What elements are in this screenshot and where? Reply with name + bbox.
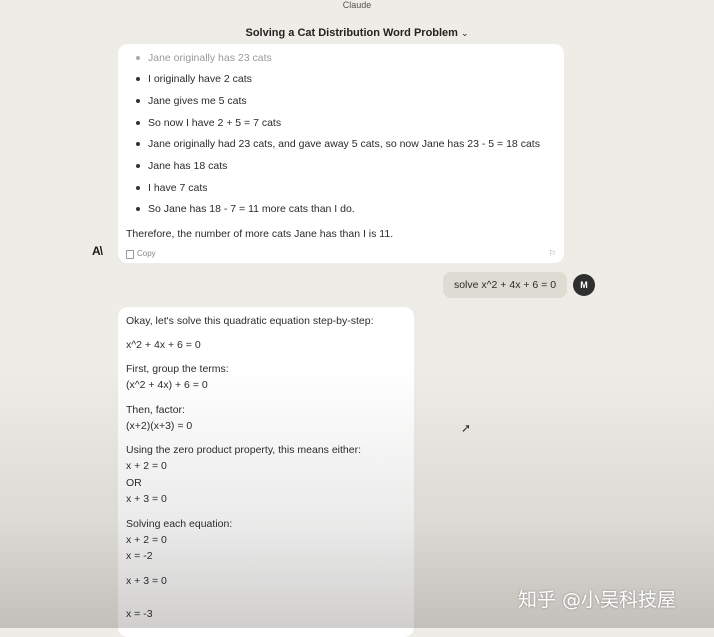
assistant-logo: A\	[92, 244, 103, 258]
response-line: Using the zero product property, this me…	[126, 444, 362, 456]
response-line: x = -2	[126, 550, 153, 562]
list-item: I originally have 2 cats	[136, 73, 252, 85]
copy-icon	[126, 249, 134, 259]
list-item: Jane gives me 5 cats	[136, 95, 247, 107]
avatar[interactable]: M	[573, 274, 595, 296]
response-line: (x^2 + 4x) + 6 = 0	[126, 379, 208, 391]
watermark: 知乎 @小吴科技屋	[518, 589, 677, 611]
flag-icon[interactable]: ⚐	[549, 246, 556, 262]
response-line: Solving each equation:	[126, 518, 233, 530]
list-item: So now I have 2 + 5 = 7 cats	[135, 117, 282, 129]
chevron-down-icon[interactable]: ⌄	[461, 28, 469, 38]
copy-button[interactable]: Copy	[126, 246, 156, 262]
app-title: Claude	[342, 0, 372, 10]
response-line: x + 3 = 0	[126, 575, 167, 587]
conclusion-text: Therefore, the number of more cats Jane …	[126, 228, 394, 240]
response-line: x^2 + 4x + 6 = 0	[126, 339, 201, 351]
conversation-title-text: Solving a Cat Distribution Word Problem	[245, 27, 458, 39]
response-line: OR	[126, 477, 142, 489]
list-item: I have 7 cats	[136, 182, 208, 194]
copy-label: Copy	[137, 249, 156, 258]
list-item: Jane has 18 cats	[135, 160, 228, 172]
response-line: x = -3	[126, 608, 153, 620]
user-message: solve x^2 + 4x + 6 = 0	[443, 272, 567, 298]
conversation-title[interactable]: Solving a Cat Distribution Word Problem ⌄	[0, 27, 714, 39]
mouse-cursor-icon: ➚	[461, 421, 472, 435]
response-line: Okay, let's solve this quadratic equatio…	[126, 315, 374, 327]
list-item: Jane originally had 23 cats, and gave aw…	[136, 138, 540, 150]
assistant-message-response: Okay, let's solve this quadratic equatio…	[118, 307, 414, 637]
list-item: Jane originally has 23 cats	[136, 52, 272, 64]
response-line: x + 2 = 0	[126, 534, 167, 546]
assistant-message-previous: Jane originally has 23 cats I originally…	[118, 44, 564, 263]
response-line: x + 3 = 0	[126, 493, 167, 505]
response-line: Then, factor:	[126, 404, 185, 416]
list-item: So Jane has 18 - 7 = 11 more cats than I…	[136, 203, 355, 215]
response-line: First, group the terms:	[126, 363, 229, 375]
response-line: x + 2 = 0	[126, 460, 167, 472]
response-line: (x+2)(x+3) = 0	[126, 420, 193, 432]
